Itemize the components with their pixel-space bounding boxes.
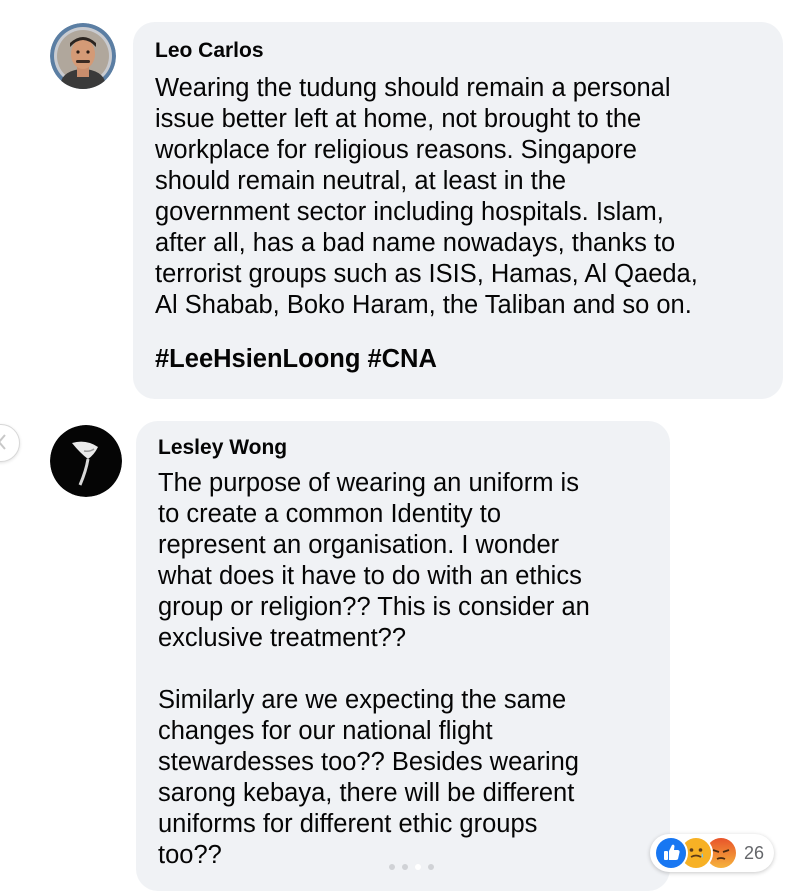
comment-paragraph: The purpose of wearing an uniform is to … bbox=[158, 469, 590, 652]
carousel-dots bbox=[389, 864, 434, 870]
previous-slide-button[interactable] bbox=[0, 424, 20, 462]
reaction-count: 26 bbox=[744, 842, 765, 863]
user-photo-icon bbox=[50, 23, 116, 89]
carousel-dot-active[interactable] bbox=[415, 864, 421, 870]
hashtag-list: #LeeHsienLoong #CNA bbox=[155, 344, 763, 375]
carousel-dot[interactable] bbox=[402, 864, 408, 870]
chevron-left-icon bbox=[0, 434, 6, 450]
avatar-lesley-wong[interactable] bbox=[50, 425, 122, 497]
comment-bubble-leo-carlos: Leo Carlos Wearing the tudung should rem… bbox=[133, 22, 783, 399]
carousel-dot[interactable] bbox=[389, 864, 395, 870]
comment-paragraph: Similarly are we expecting the same chan… bbox=[158, 686, 579, 869]
comment-author[interactable]: Leo Carlos bbox=[155, 38, 763, 64]
like-icon bbox=[654, 836, 688, 870]
calla-lily-photo-icon bbox=[50, 425, 122, 497]
comment-bubble-lesley-wong: Lesley Wong The purpose of wearing an un… bbox=[136, 421, 670, 891]
avatar-leo-carlos[interactable] bbox=[50, 23, 116, 89]
reactions-summary[interactable]: 26 bbox=[650, 834, 775, 872]
comment-text: Wearing the tudung should remain a perso… bbox=[155, 74, 698, 319]
comment-author[interactable]: Lesley Wong bbox=[158, 435, 650, 461]
comments-screenshot: Leo Carlos Wearing the tudung should rem… bbox=[0, 0, 805, 891]
hashtag-link[interactable]: #CNA bbox=[367, 345, 436, 373]
carousel-dot[interactable] bbox=[428, 864, 434, 870]
hashtag-link[interactable]: #LeeHsienLoong bbox=[155, 345, 360, 373]
